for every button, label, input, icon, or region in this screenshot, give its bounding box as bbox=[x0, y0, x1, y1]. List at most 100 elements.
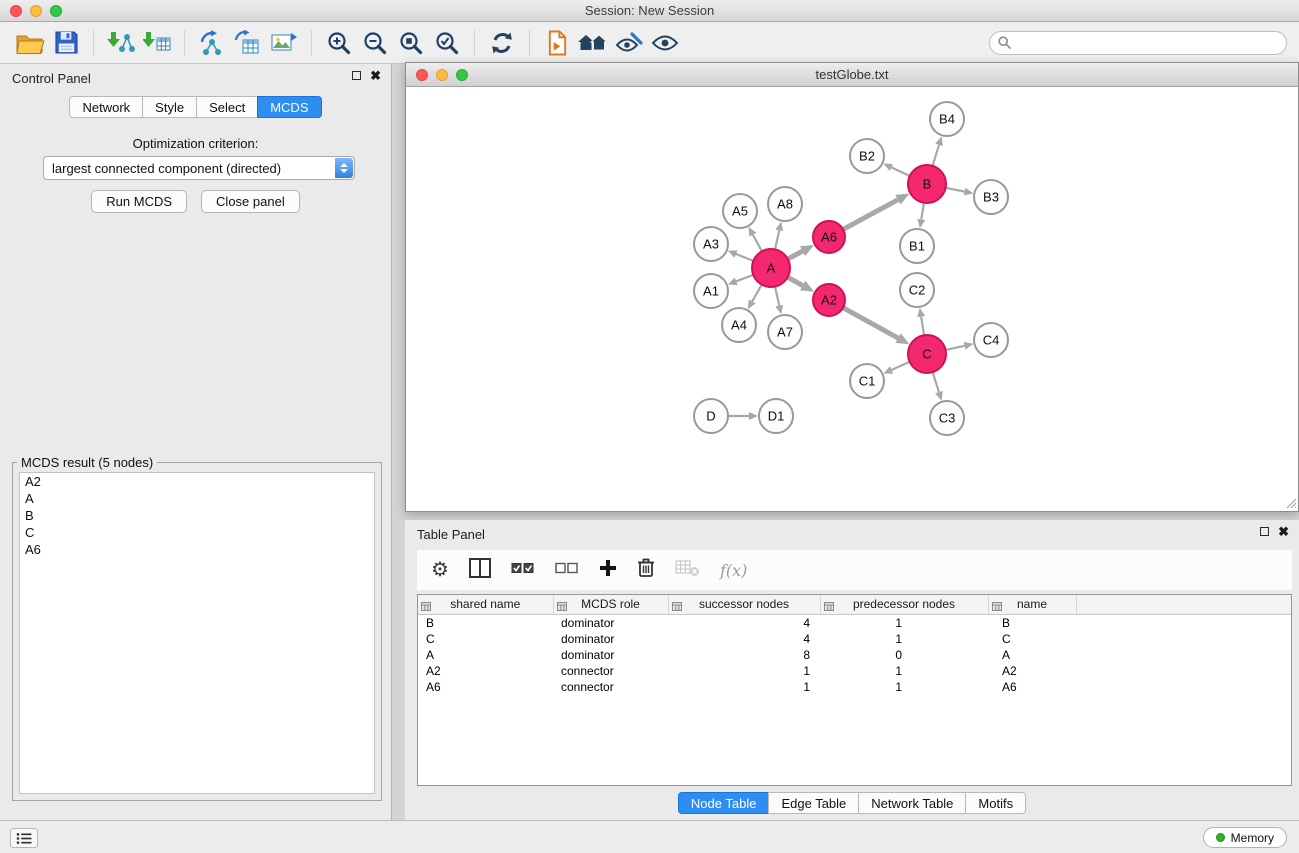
import-table-button[interactable] bbox=[139, 27, 175, 59]
import-network-button[interactable] bbox=[103, 27, 139, 59]
node-A8[interactable]: A8 bbox=[768, 187, 802, 221]
edge-A-A3[interactable] bbox=[736, 254, 753, 261]
result-item[interactable]: B bbox=[20, 507, 374, 524]
edge-B-B1[interactable] bbox=[921, 203, 924, 220]
edit-visibility-button[interactable] bbox=[611, 27, 647, 59]
edge-A-A2[interactable] bbox=[788, 277, 803, 285]
column-header-successor-nodes[interactable]: successor nodes bbox=[668, 595, 820, 614]
minimize-window-button[interactable] bbox=[30, 5, 42, 17]
node-D[interactable]: D bbox=[694, 399, 728, 433]
zoom-in-button[interactable] bbox=[321, 27, 357, 59]
run-mcds-button[interactable]: Run MCDS bbox=[91, 190, 187, 213]
table-cell[interactable]: 4 bbox=[668, 631, 820, 647]
node-A[interactable]: A bbox=[752, 249, 790, 287]
table-cell[interactable]: connector bbox=[553, 663, 668, 679]
refresh-layout-button[interactable] bbox=[484, 27, 520, 59]
table-cell[interactable]: 1 bbox=[820, 614, 988, 631]
node-A6[interactable]: A6 bbox=[813, 221, 845, 253]
table-cell[interactable]: A bbox=[418, 647, 553, 663]
table-cell[interactable]: 1 bbox=[820, 679, 988, 695]
table-cell[interactable]: A6 bbox=[988, 679, 1076, 695]
table-cell[interactable]: B bbox=[988, 614, 1076, 631]
tab-network[interactable]: Network bbox=[69, 96, 143, 118]
delete-rows-button[interactable] bbox=[637, 557, 655, 583]
node-B3[interactable]: B3 bbox=[974, 180, 1008, 214]
node-B2[interactable]: B2 bbox=[850, 139, 884, 173]
memory-button[interactable]: Memory bbox=[1203, 827, 1287, 848]
network-canvas[interactable]: B4B2BB3A5A8A6B1A3AC2A1A2A4A7C4CC1C3DD1 bbox=[406, 87, 1298, 510]
column-header-MCDS-role[interactable]: MCDS role bbox=[553, 595, 668, 614]
table-row[interactable]: Cdominator41C bbox=[418, 631, 1291, 647]
edge-A-A7[interactable] bbox=[775, 287, 779, 306]
table-cell[interactable]: dominator bbox=[553, 631, 668, 647]
node-A5[interactable]: A5 bbox=[723, 194, 757, 228]
node-C3[interactable]: C3 bbox=[930, 401, 964, 435]
node-B4[interactable]: B4 bbox=[930, 102, 964, 136]
edge-A-A1[interactable] bbox=[736, 275, 753, 282]
optimization-criterion-select[interactable]: largest connected component (directed) bbox=[43, 156, 355, 180]
tab-edge-table[interactable]: Edge Table bbox=[768, 792, 859, 814]
tab-mcds[interactable]: MCDS bbox=[257, 96, 321, 118]
open-file-button[interactable] bbox=[12, 27, 48, 59]
export-document-button[interactable] bbox=[539, 27, 575, 59]
select-all-button[interactable] bbox=[511, 559, 535, 582]
column-header-name[interactable]: name bbox=[988, 595, 1076, 614]
network-zoom-button[interactable] bbox=[456, 69, 468, 81]
table-cell[interactable]: 4 bbox=[668, 614, 820, 631]
node-A7[interactable]: A7 bbox=[768, 315, 802, 349]
edge-C-C3[interactable] bbox=[933, 372, 939, 392]
combo-stepper-icon[interactable] bbox=[335, 158, 353, 178]
edge-A-A5[interactable] bbox=[753, 235, 762, 252]
table-cell[interactable]: A2 bbox=[418, 663, 553, 679]
table-cell[interactable]: 1 bbox=[820, 631, 988, 647]
column-header-predecessor-nodes[interactable]: predecessor nodes bbox=[820, 595, 988, 614]
zoom-out-button[interactable] bbox=[357, 27, 393, 59]
node-A4[interactable]: A4 bbox=[722, 308, 756, 342]
edge-A-A6[interactable] bbox=[788, 251, 803, 259]
add-row-button[interactable] bbox=[599, 559, 617, 582]
edge-C-C2[interactable] bbox=[921, 317, 924, 336]
edge-A-A8[interactable] bbox=[775, 230, 779, 249]
network-minimize-button[interactable] bbox=[436, 69, 448, 81]
save-session-button[interactable] bbox=[48, 27, 84, 59]
node-D1[interactable]: D1 bbox=[759, 399, 793, 433]
tab-network-table[interactable]: Network Table bbox=[858, 792, 966, 814]
table-cell[interactable]: C bbox=[988, 631, 1076, 647]
float-panel-icon[interactable] bbox=[352, 71, 361, 80]
close-window-button[interactable] bbox=[10, 5, 22, 17]
table-cell[interactable]: 1 bbox=[820, 663, 988, 679]
table-row[interactable]: A2connector11A2 bbox=[418, 663, 1291, 679]
table-cell[interactable]: dominator bbox=[553, 614, 668, 631]
task-history-button[interactable] bbox=[10, 828, 38, 848]
edge-B-B3[interactable] bbox=[946, 188, 965, 192]
result-item[interactable]: A bbox=[20, 490, 374, 507]
table-row[interactable]: A6connector11A6 bbox=[418, 679, 1291, 695]
tab-motifs[interactable]: Motifs bbox=[965, 792, 1026, 814]
edge-A2-C[interactable] bbox=[843, 308, 898, 338]
split-view-button[interactable] bbox=[469, 558, 491, 583]
node-A2[interactable]: A2 bbox=[813, 284, 845, 316]
resize-grip[interactable] bbox=[1283, 495, 1297, 509]
node-C[interactable]: C bbox=[908, 335, 946, 373]
tab-select[interactable]: Select bbox=[196, 96, 258, 118]
result-item[interactable]: A6 bbox=[20, 541, 374, 558]
edge-B-B4[interactable] bbox=[933, 145, 939, 166]
edge-A-A4[interactable] bbox=[752, 285, 761, 302]
close-panel-icon[interactable]: ✖ bbox=[370, 70, 381, 81]
result-item[interactable]: A2 bbox=[20, 473, 374, 490]
export-image-button[interactable] bbox=[266, 27, 302, 59]
table-cell[interactable]: 0 bbox=[820, 647, 988, 663]
table-cell[interactable]: A2 bbox=[988, 663, 1076, 679]
table-cell[interactable]: connector bbox=[553, 679, 668, 695]
zoom-fit-button[interactable] bbox=[393, 27, 429, 59]
close-panel-icon[interactable]: ✖ bbox=[1278, 526, 1289, 537]
node-C2[interactable]: C2 bbox=[900, 273, 934, 307]
clone-network-button[interactable] bbox=[194, 27, 230, 59]
network-window-titlebar[interactable]: testGlobe.txt bbox=[406, 63, 1298, 87]
delete-table-button[interactable] bbox=[675, 559, 700, 582]
table-row[interactable]: Adominator80A bbox=[418, 647, 1291, 663]
function-builder-button[interactable]: f(x) bbox=[720, 561, 747, 580]
zoom-selected-button[interactable] bbox=[429, 27, 465, 59]
tab-style[interactable]: Style bbox=[142, 96, 197, 118]
column-header-shared-name[interactable]: shared name bbox=[418, 595, 553, 614]
